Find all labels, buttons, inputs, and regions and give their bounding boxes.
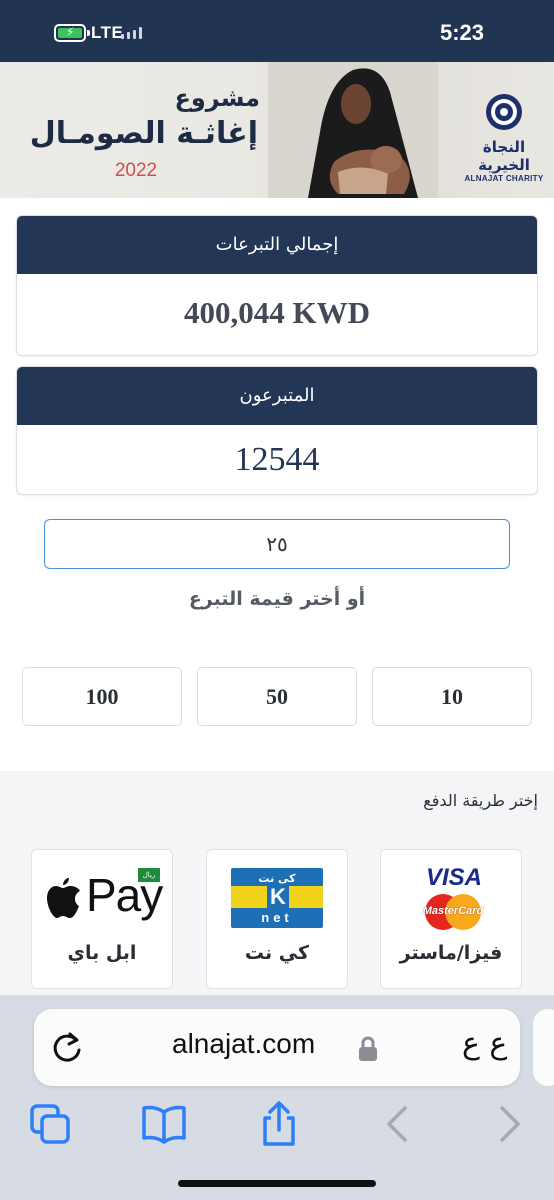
campaign-banner: مشروع إغاثـة الصومـال 2022 النجاة الخيري… — [0, 62, 554, 198]
mastercard-logo: MasterCard — [419, 894, 485, 930]
reload-icon[interactable] — [50, 1030, 84, 1064]
tabs-icon[interactable] — [26, 1100, 74, 1148]
donors-count-card: المتبرعون 12544 — [16, 366, 538, 495]
total-donations-label: إجمالي التبرعات — [17, 216, 537, 274]
payment-knet-label: كي نت — [244, 942, 310, 964]
donation-amount-input[interactable] — [44, 519, 510, 569]
charity-emblem-icon — [486, 94, 522, 130]
text-size-button[interactable]: ع ع — [462, 1026, 507, 1061]
banner-year: 2022 — [114, 160, 158, 181]
total-donations-card: إجمالي التبرعات 400,044 KWD — [16, 215, 538, 356]
alnajat-logo: النجاة الخيرية ALNAJAT CHARITY — [464, 92, 544, 192]
visa-logo: VISA — [425, 864, 482, 891]
payment-apple-pay-label: ابل باي — [67, 942, 137, 964]
lock-icon — [359, 1036, 377, 1061]
next-tab-preview[interactable] — [533, 1009, 554, 1086]
banner-title-line2: إغاثـة الصومـال — [29, 116, 258, 151]
donors-count-value: 12544 — [234, 441, 320, 478]
battery-tip — [87, 30, 90, 36]
battery-icon: ⚡ — [54, 24, 86, 42]
payment-method-label: إختر طريقة الدفع — [423, 791, 538, 810]
banner-title-line1: مشروع — [174, 84, 260, 112]
status-bar: ⚡ LTE 5:23 — [0, 0, 554, 62]
payment-visa-master[interactable]: VISA MasterCard فيزا/ماستر — [380, 849, 522, 989]
mother-child-photo — [268, 62, 438, 198]
amount-option-50[interactable]: 50 — [197, 667, 357, 726]
back-icon[interactable] — [375, 1100, 423, 1148]
url-text[interactable]: alnajat.com — [172, 1028, 315, 1060]
logo-arabic-name: النجاة الخيرية — [478, 138, 530, 174]
donors-label: المتبرعون — [17, 367, 537, 425]
share-icon[interactable] — [255, 1100, 303, 1148]
home-indicator — [178, 1180, 376, 1187]
saudi-flag-icon: ريال — [138, 868, 160, 882]
bookmarks-icon[interactable] — [140, 1100, 188, 1148]
amount-option-100[interactable]: 100 — [22, 667, 182, 726]
status-time: 5:23 — [439, 20, 484, 45]
payment-visa-master-label: فيزا/ماستر — [399, 942, 503, 964]
logo-english-name: ALNAJAT CHARITY — [464, 174, 544, 183]
apple-icon — [47, 878, 80, 918]
payment-knet[interactable]: كي نت K net كي نت — [206, 849, 348, 989]
signal-icon — [121, 27, 147, 39]
payment-apple-pay[interactable]: Pay ريال ابل باي — [31, 849, 173, 989]
choose-amount-label: أو أختر قيمة التبرع — [188, 588, 366, 610]
total-donations-value: 400,044 KWD — [184, 295, 370, 330]
network-type: LTE — [91, 23, 124, 42]
forward-icon[interactable] — [486, 1100, 534, 1148]
knet-logo: كي نت K net — [231, 868, 323, 928]
amount-option-10[interactable]: 10 — [372, 667, 532, 726]
